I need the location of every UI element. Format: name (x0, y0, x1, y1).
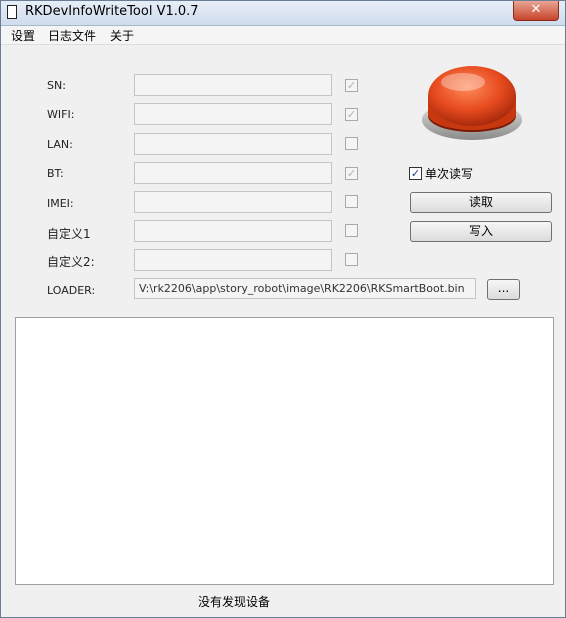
main-window: RKDevInfoWriteTool V1.0.7 ✕ 设置 日志文件 关于 S… (0, 0, 566, 618)
bt-field[interactable] (134, 162, 332, 184)
lan-label: LAN: (47, 138, 73, 151)
write-button[interactable]: 写入 (410, 221, 552, 242)
browse-button[interactable]: ... (487, 279, 520, 300)
loader-label: LOADER: (47, 284, 96, 297)
lan-checkbox[interactable] (345, 137, 358, 150)
menu-about[interactable]: 关于 (110, 27, 134, 44)
log-output-area[interactable] (15, 317, 554, 585)
start-button-icon[interactable] (419, 56, 525, 144)
custom1-field[interactable] (134, 220, 332, 242)
bt-checkbox[interactable]: ✓ (345, 167, 358, 180)
app-icon (7, 5, 17, 19)
menu-settings[interactable]: 设置 (11, 27, 35, 44)
custom1-checkbox[interactable] (345, 224, 358, 237)
wifi-label: WIFI: (47, 108, 75, 121)
custom2-field[interactable] (134, 249, 332, 271)
title-bar[interactable]: RKDevInfoWriteTool V1.0.7 ✕ (1, 1, 565, 26)
imei-label: IMEI: (47, 197, 74, 210)
sn-checkbox[interactable]: ✓ (345, 79, 358, 92)
sn-label: SN: (47, 79, 66, 92)
read-button[interactable]: 读取 (410, 192, 552, 213)
custom2-checkbox[interactable] (345, 253, 358, 266)
window-title: RKDevInfoWriteTool V1.0.7 (25, 4, 199, 19)
menu-log-file[interactable]: 日志文件 (48, 27, 96, 44)
sn-field[interactable] (134, 74, 332, 96)
wifi-checkbox[interactable]: ✓ (345, 108, 358, 121)
custom1-label: 自定义1 (47, 227, 91, 241)
close-button[interactable]: ✕ (513, 1, 559, 21)
wifi-field[interactable] (134, 103, 332, 125)
imei-field[interactable] (134, 191, 332, 213)
loader-path-field[interactable]: V:\rk2206\app\story_robot\image\RK2206\R… (134, 278, 476, 299)
status-text: 没有发现设备 (197, 595, 270, 609)
single-rw-label: 单次读写 (425, 167, 474, 181)
bt-label: BT: (47, 167, 64, 180)
lan-field[interactable] (134, 133, 332, 155)
menu-bar: 设置 日志文件 关于 (1, 26, 565, 45)
custom2-label: 自定义2: (47, 255, 95, 269)
single-rw-checkbox[interactable]: ✓ (409, 167, 422, 180)
imei-checkbox[interactable] (345, 195, 358, 208)
